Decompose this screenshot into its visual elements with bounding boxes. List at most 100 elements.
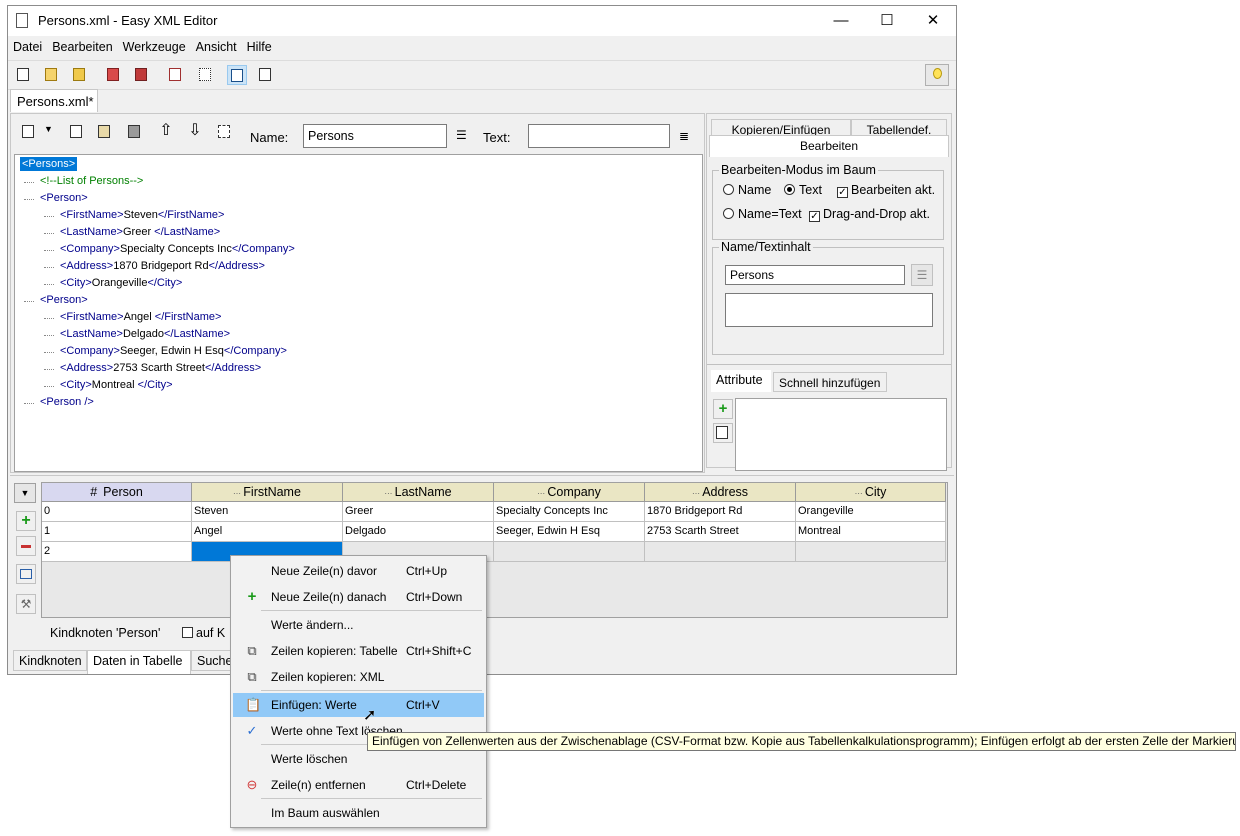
grid-cell[interactable]: 2753 Scarth Street: [645, 522, 796, 542]
grid-cell[interactable]: Steven: [192, 502, 343, 522]
radio-text-circle[interactable]: [784, 184, 795, 195]
grid-cell[interactable]: [796, 542, 946, 562]
tree-node[interactable]: <Persons>: [20, 157, 78, 171]
grid-cell[interactable]: [645, 542, 796, 562]
column-header[interactable]: # Person: [42, 483, 192, 502]
add-node-dropdown[interactable]: ▼: [19, 122, 53, 142]
text-align-icon[interactable]: ≣: [679, 129, 689, 143]
file-tab[interactable]: Persons.xml*: [10, 89, 98, 112]
data-grid[interactable]: # Person ⋯ FirstName ⋯ LastName ⋯ Company ⋯ A…: [41, 482, 948, 618]
content-list-button[interactable]: ☰: [911, 264, 933, 286]
open-file-button[interactable]: [42, 65, 62, 85]
tab-attribute[interactable]: Attribute: [711, 370, 771, 392]
grid-cell[interactable]: 2: [42, 542, 192, 562]
radio-text[interactable]: Text: [784, 183, 822, 197]
copy-attribute-button[interactable]: [713, 423, 733, 443]
radio-name-text-circle[interactable]: [723, 208, 734, 219]
column-header[interactable]: ⋯ Company: [494, 483, 645, 502]
context-menu-item[interactable]: Neue Zeile(n) davor Ctrl+Up: [233, 559, 484, 583]
grid-cell[interactable]: 1870 Bridgeport Rd: [645, 502, 796, 522]
tree-node[interactable]: <LastName>Delgado</LastName>: [60, 328, 230, 340]
new-file-button[interactable]: [14, 65, 34, 85]
menu-ansicht[interactable]: Ansicht: [191, 37, 242, 57]
tree-node[interactable]: <FirstName>Steven</FirstName>: [60, 209, 224, 221]
tab-schnell-hinzufuegen[interactable]: Schnell hinzufügen: [773, 372, 887, 392]
paste-button[interactable]: [95, 122, 115, 142]
column-header[interactable]: ⋯ City: [796, 483, 946, 502]
menu-bearbeiten[interactable]: Bearbeiten: [47, 37, 117, 57]
close-button[interactable]: ✕: [910, 6, 956, 36]
tree-node[interactable]: <LastName>Greer </LastName>: [60, 226, 220, 238]
tree-node[interactable]: <Address>1870 Bridgeport Rd</Address>: [60, 260, 265, 272]
remove-row-button[interactable]: [16, 536, 36, 556]
settings-button[interactable]: ⚒: [16, 594, 36, 614]
delete-button[interactable]: [125, 122, 145, 142]
export-button[interactable]: [166, 65, 186, 85]
tree-node[interactable]: <Person>: [40, 192, 88, 204]
minimize-button[interactable]: —: [818, 6, 864, 36]
open-recent-button[interactable]: [70, 65, 90, 85]
content-name-input[interactable]: [725, 265, 905, 285]
context-menu-item[interactable]: ⧉ Zeilen kopieren: Tabelle Ctrl+Shift+C: [233, 639, 484, 663]
checkbox-bearbeiten[interactable]: ✓ Bearbeiten akt.: [837, 183, 935, 198]
radio-name[interactable]: Name: [723, 183, 771, 197]
grid-cell[interactable]: Montreal: [796, 522, 946, 542]
context-menu-item[interactable]: ⊖ Zeile(n) entfernen Ctrl+Delete: [233, 773, 484, 797]
grid-cell[interactable]: Orangeville: [796, 502, 946, 522]
column-header[interactable]: ⋯ LastName: [343, 483, 494, 502]
name-list-icon[interactable]: ☰: [456, 128, 467, 142]
xml-tree-view[interactable]: <Persons> <!--List of Persons--> <Person> <…: [14, 154, 703, 472]
radio-name-circle[interactable]: [723, 184, 734, 195]
tree-mode-button[interactable]: [227, 65, 247, 85]
tree-node[interactable]: <FirstName>Angel </FirstName>: [60, 311, 221, 323]
radio-name-text[interactable]: Name=Text: [723, 207, 802, 221]
context-menu-item[interactable]: + Neue Zeile(n) danach Ctrl+Down: [233, 585, 484, 609]
grid-cell[interactable]: [494, 542, 645, 562]
save-button[interactable]: [104, 65, 124, 85]
tree-node[interactable]: <Company>Specialty Concepts Inc</Company…: [60, 243, 295, 255]
text-mode-button[interactable]: [256, 65, 276, 85]
move-down-button[interactable]: ⇩: [185, 122, 205, 142]
tree-node[interactable]: <City>Montreal </City>: [60, 379, 173, 391]
tree-node[interactable]: <City>Orangeville</City>: [60, 277, 182, 289]
grid-cell[interactable]: Angel: [192, 522, 343, 542]
tree-node[interactable]: <Person />: [40, 396, 94, 408]
add-row-button[interactable]: +: [16, 511, 36, 531]
checkbox-drag-drop-box[interactable]: ✓: [809, 211, 820, 222]
checkbox-auf-box[interactable]: [182, 627, 193, 638]
grid-cell[interactable]: 1: [42, 522, 192, 542]
context-menu-item[interactable]: 📋 Einfügen: Werte Ctrl+V: [233, 693, 484, 717]
save-all-button[interactable]: [132, 65, 152, 85]
tab-bearbeiten[interactable]: Bearbeiten: [709, 135, 949, 157]
context-menu-item[interactable]: Werte ändern...: [233, 613, 484, 637]
column-header[interactable]: ⋯ FirstName: [192, 483, 343, 502]
attribute-list[interactable]: [735, 398, 947, 471]
grid-menu-button[interactable]: ▼: [14, 483, 36, 503]
tree-node[interactable]: <Company>Seeger, Edwin H Esq</Company>: [60, 345, 287, 357]
tip-button[interactable]: [925, 64, 949, 86]
tab-suche[interactable]: Suche: [191, 650, 232, 671]
tree-node[interactable]: <Address>2753 Scarth Street</Address>: [60, 362, 261, 374]
tab-kindknoten[interactable]: Kindknoten: [13, 650, 87, 671]
text-input[interactable]: [528, 124, 670, 148]
content-text-area[interactable]: [725, 293, 933, 327]
context-menu-item[interactable]: ⧉ Zeilen kopieren: XML: [233, 665, 484, 689]
tree-node[interactable]: <Person>: [40, 294, 88, 306]
tree-view-button[interactable]: [196, 65, 216, 85]
grid-cell[interactable]: Specialty Concepts Inc: [494, 502, 645, 522]
move-up-button[interactable]: ⇧: [156, 122, 176, 142]
add-attribute-button[interactable]: +: [713, 399, 733, 419]
table-view-button[interactable]: [16, 564, 36, 584]
attribute-button[interactable]: [215, 122, 235, 142]
tree-node[interactable]: <!--List of Persons-->: [40, 175, 143, 187]
name-input[interactable]: [303, 124, 447, 148]
maximize-button[interactable]: ☐: [864, 6, 910, 36]
context-menu-item[interactable]: Im Baum auswählen: [233, 801, 484, 825]
menu-hilfe[interactable]: Hilfe: [242, 37, 277, 57]
grid-cell[interactable]: 0: [42, 502, 192, 522]
checkbox-auf[interactable]: auf K: [182, 626, 225, 640]
splitter[interactable]: [10, 475, 954, 476]
menu-werkzeuge[interactable]: Werkzeuge: [118, 37, 191, 57]
checkbox-bearbeiten-box[interactable]: ✓: [837, 187, 848, 198]
grid-cell[interactable]: Seeger, Edwin H Esq: [494, 522, 645, 542]
